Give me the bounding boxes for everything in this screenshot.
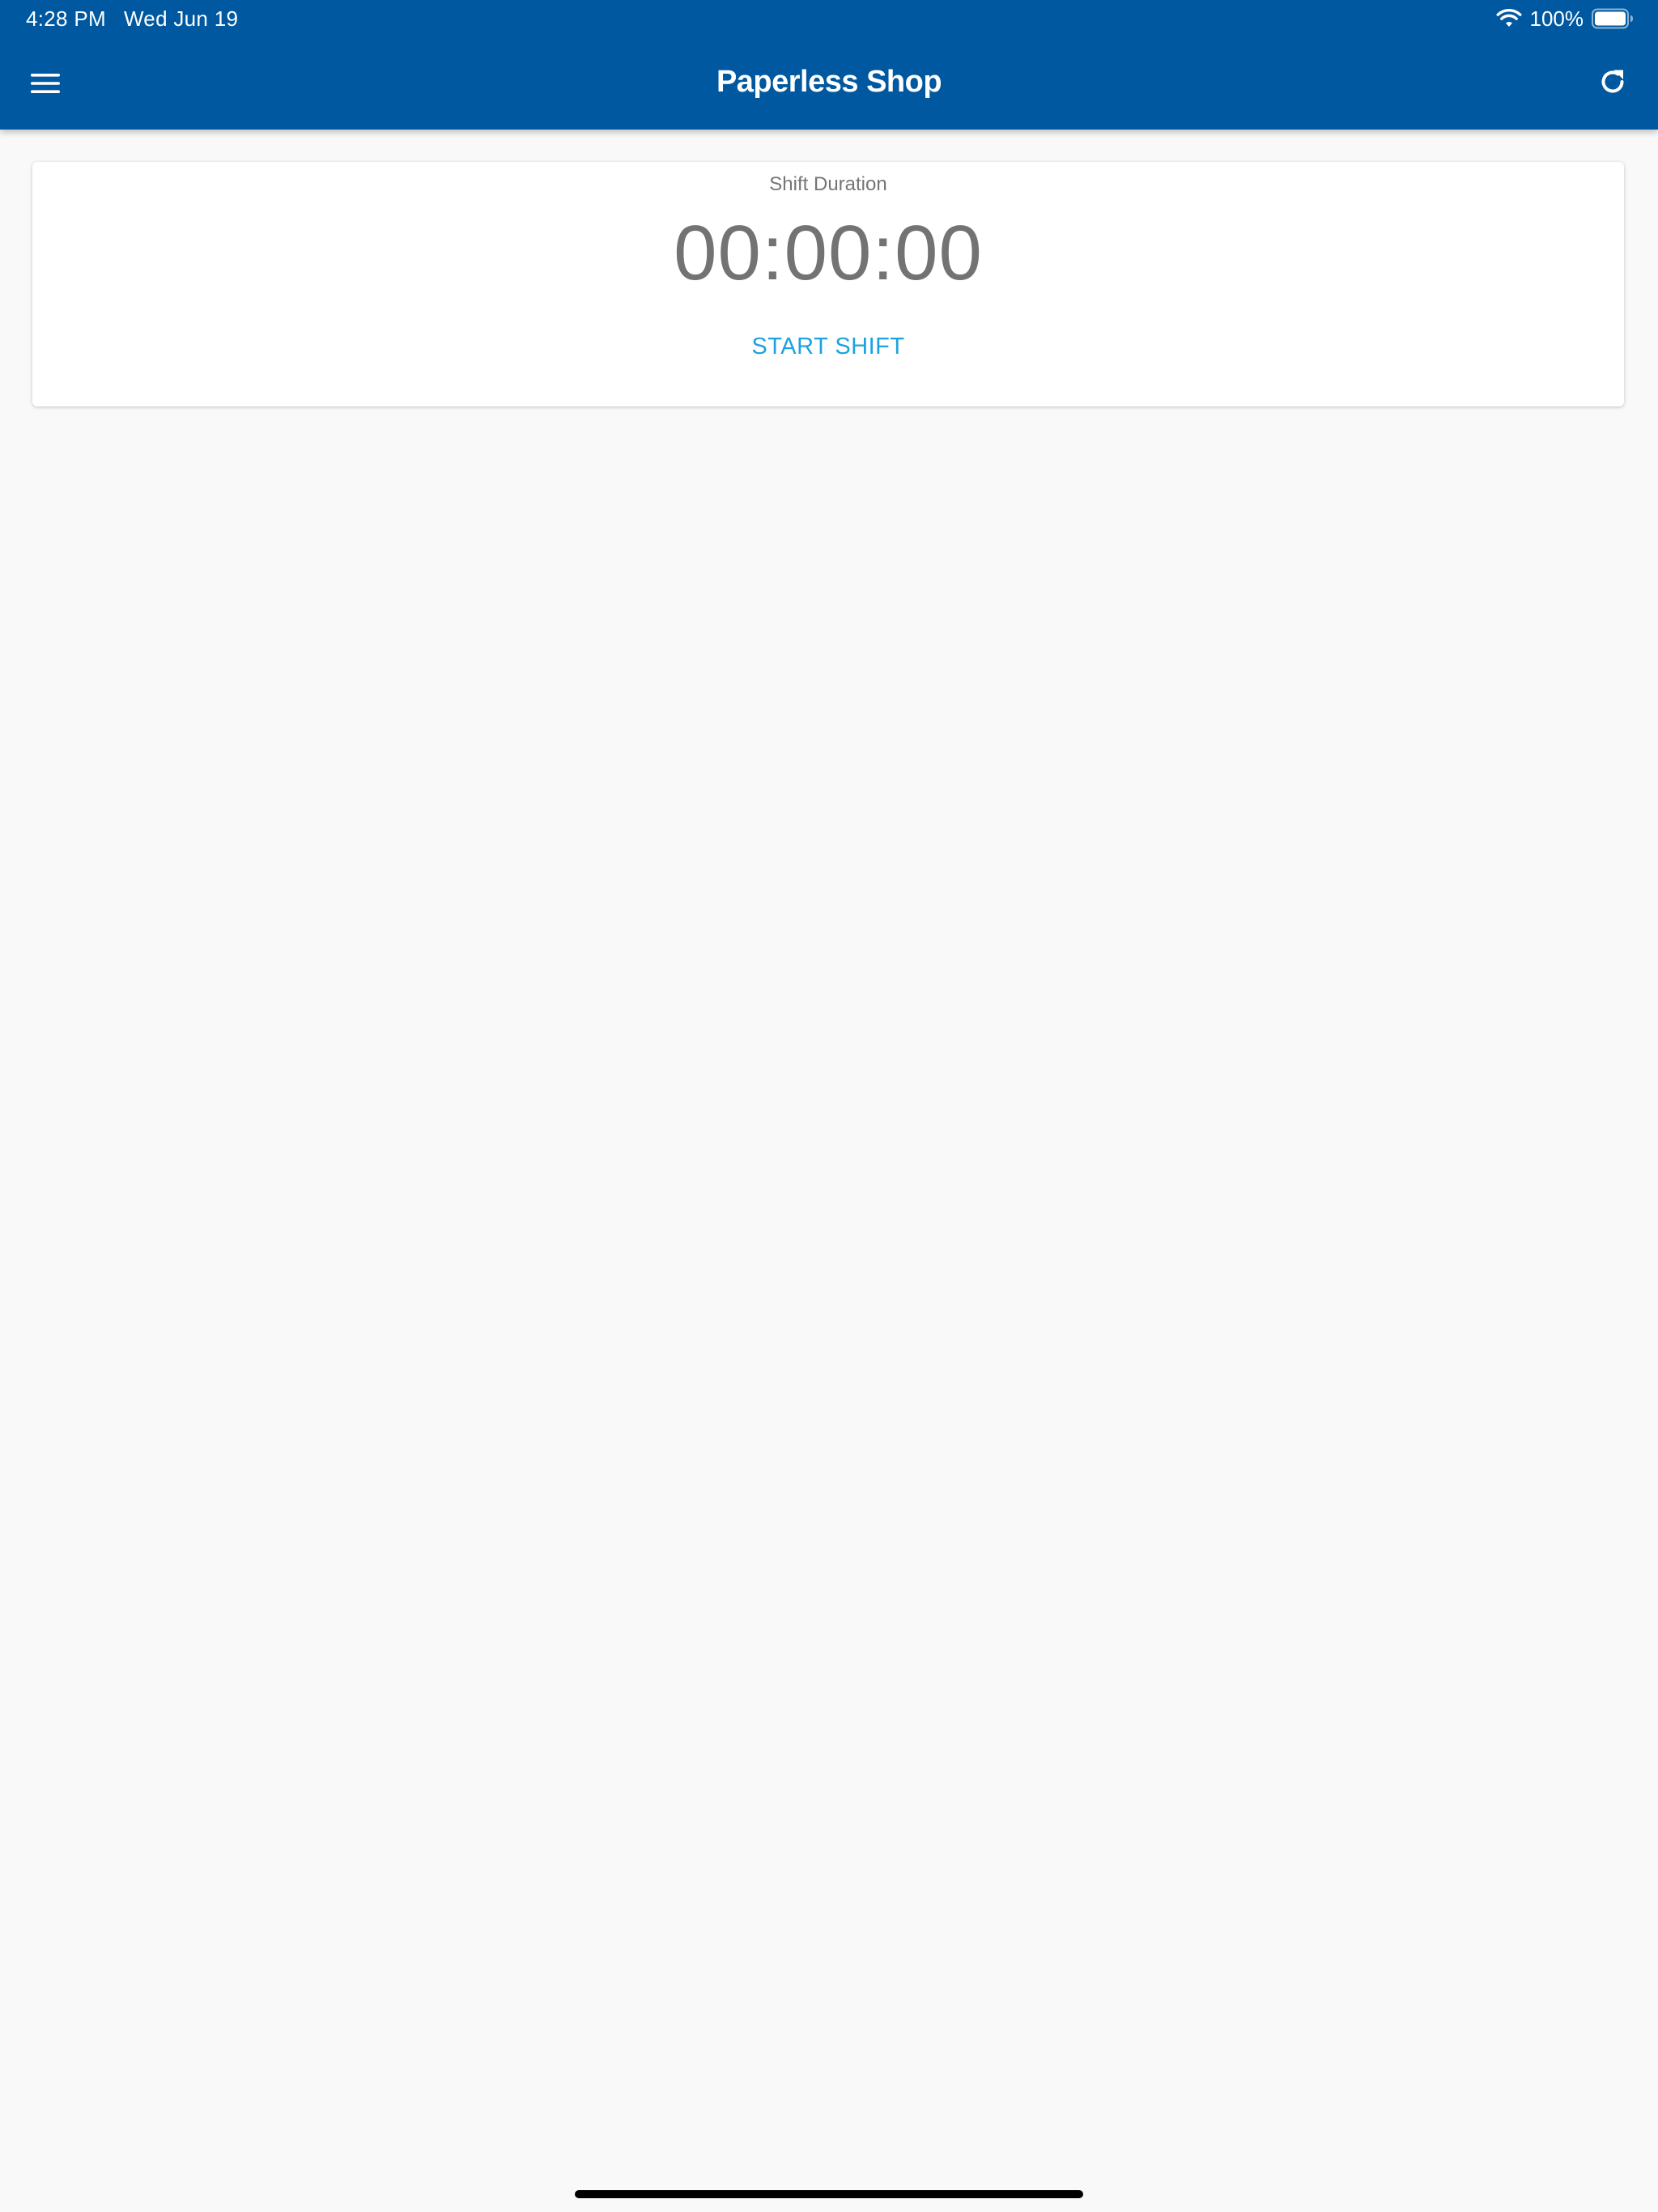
wifi-icon [1496, 9, 1521, 27]
shift-duration-timer: 00:00:00 [674, 210, 983, 296]
status-time: 4:28 PM [26, 6, 106, 31]
shift-duration-card: Shift Duration 00:00:00 START SHIFT [32, 162, 1624, 406]
start-shift-button[interactable]: START SHIFT [742, 330, 914, 364]
shift-duration-label: Shift Duration [769, 173, 887, 195]
status-date: Wed Jun 19 [123, 6, 239, 31]
status-bar: 4:28 PM Wed Jun 19 100% [0, 0, 1658, 37]
battery-percentage: 100% [1529, 6, 1584, 31]
navigation-bar: Paperless Shop [0, 37, 1658, 130]
status-datetime: 4:28 PM Wed Jun 19 [26, 6, 238, 32]
refresh-button[interactable] [1590, 62, 1635, 102]
app-title: Paperless Shop [716, 65, 942, 99]
refresh-icon [1601, 70, 1624, 93]
home-indicator[interactable] [575, 2190, 1083, 2198]
battery-icon [1592, 8, 1633, 29]
status-indicators: 100% [1496, 6, 1635, 32]
app-header: 4:28 PM Wed Jun 19 100% Paperless Shop [0, 0, 1658, 130]
